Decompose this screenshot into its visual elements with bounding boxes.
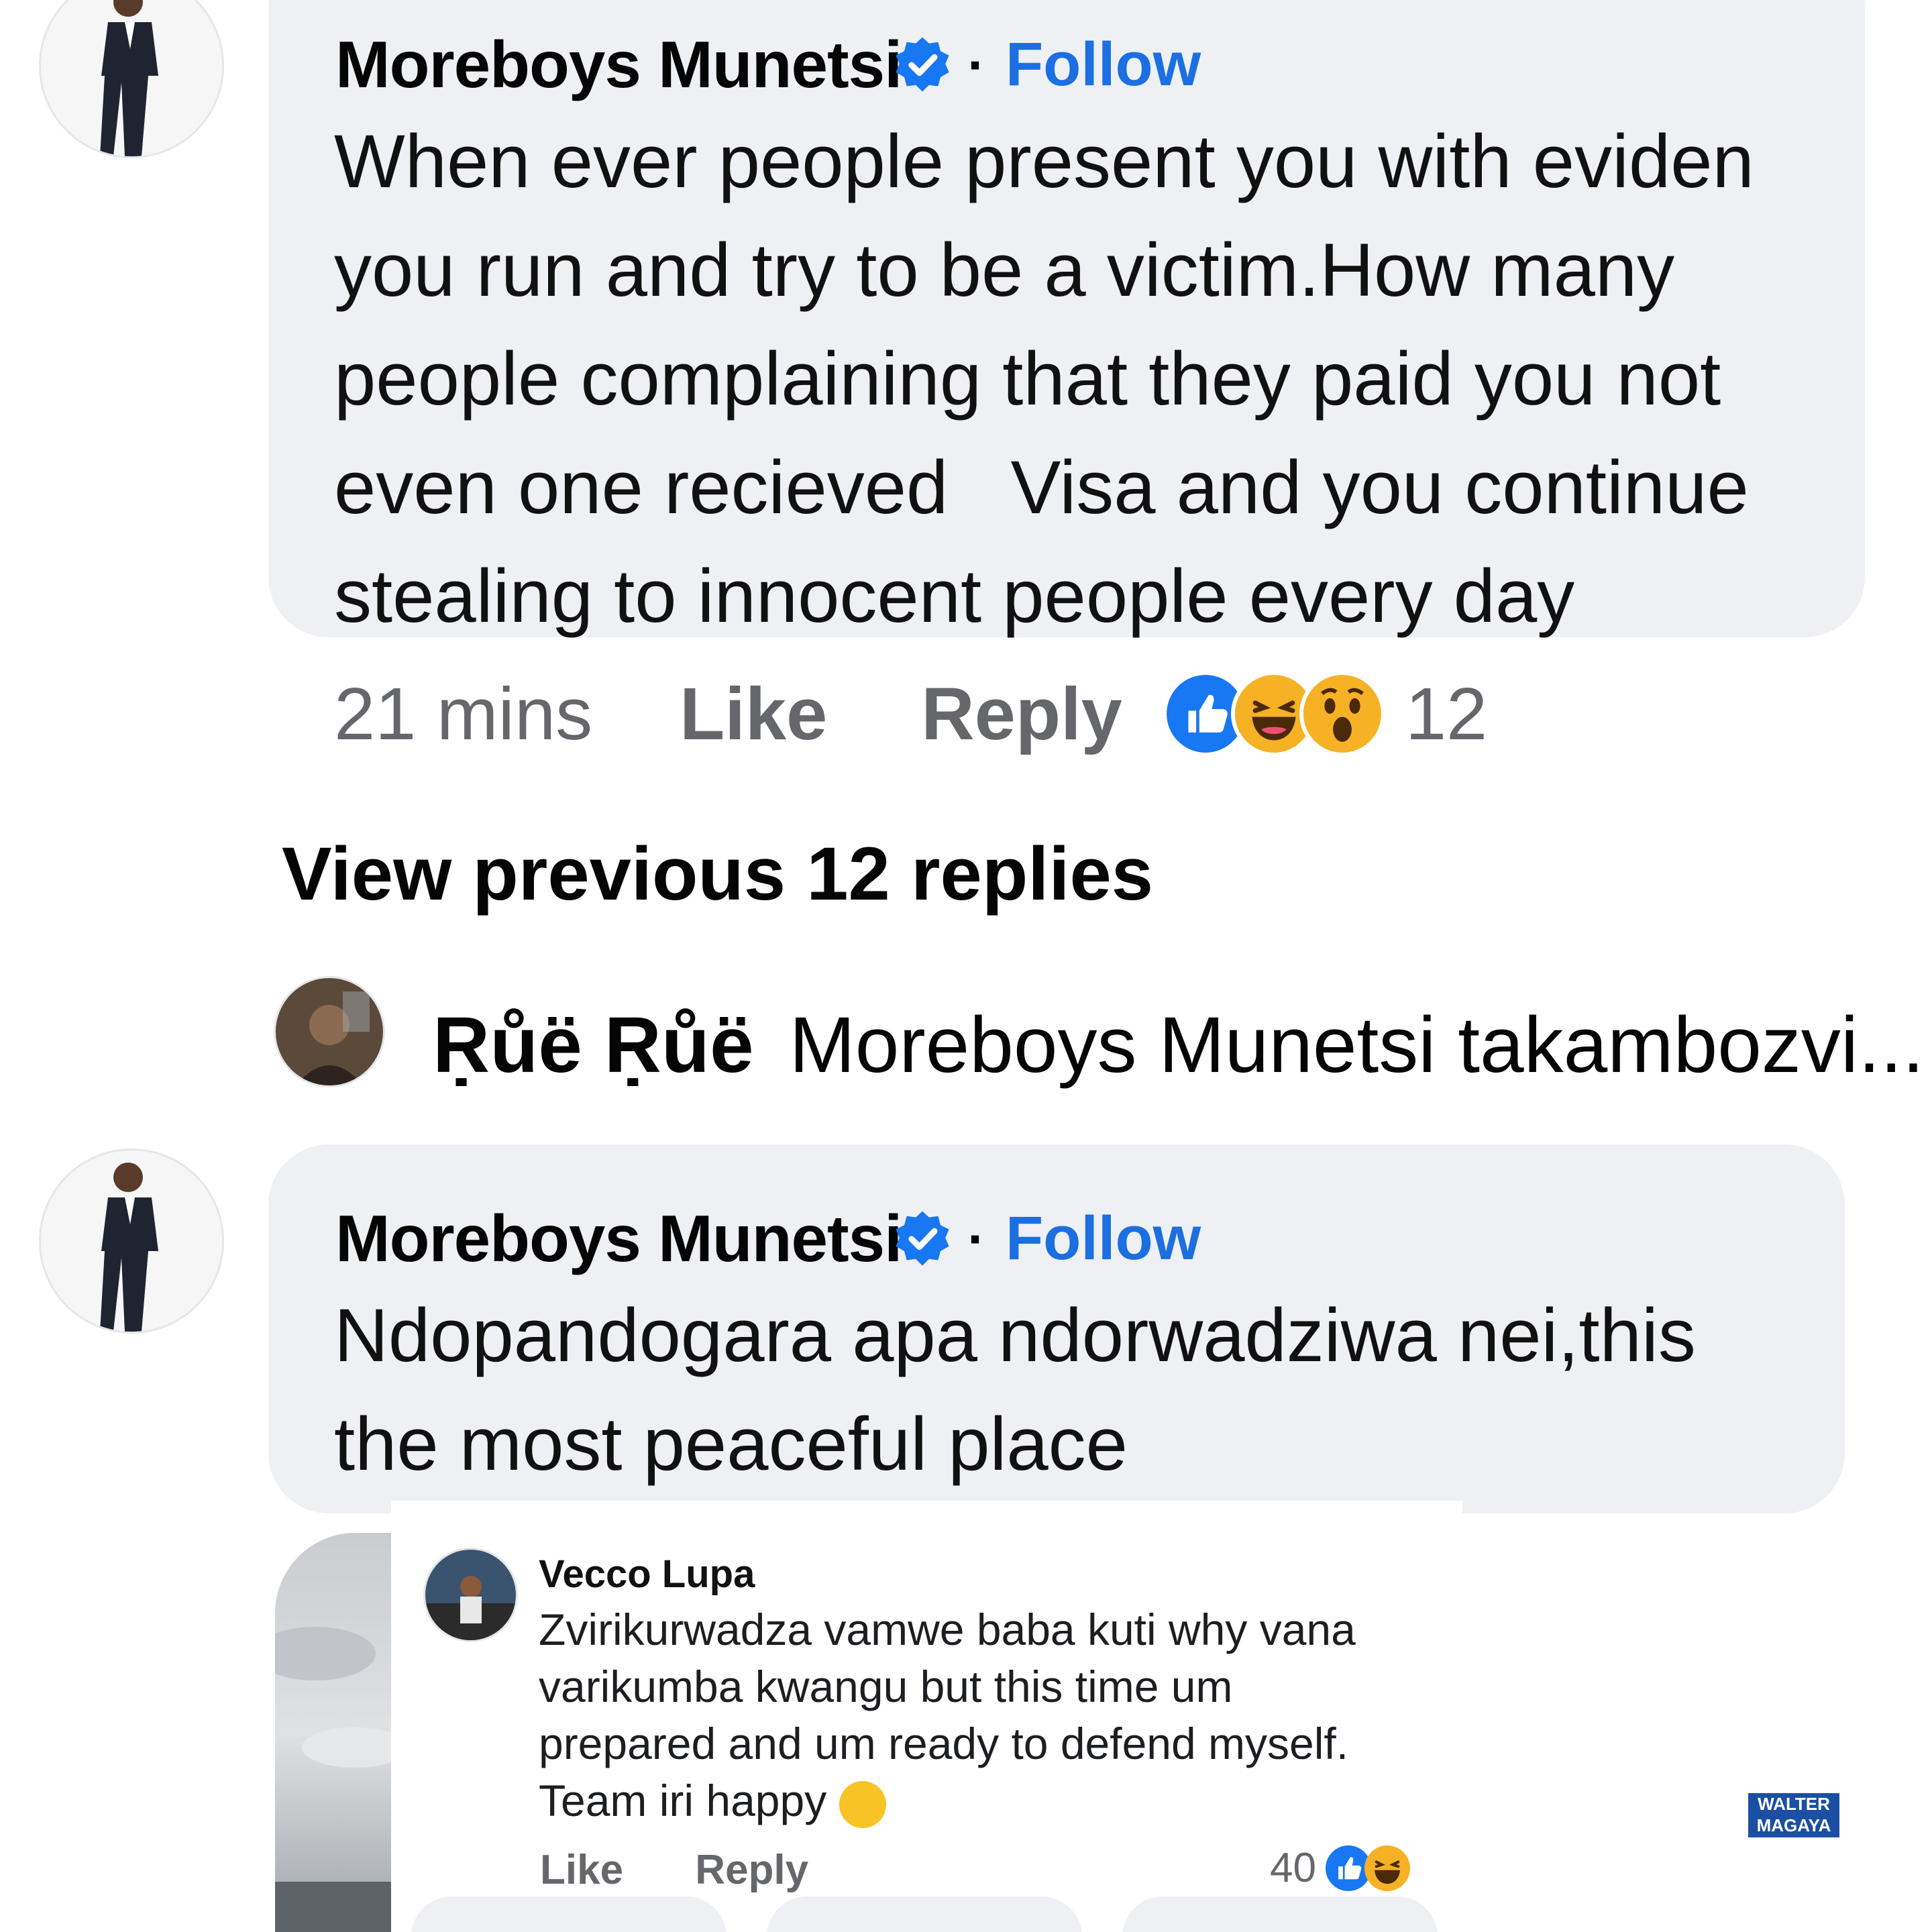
embedded-author-avatar[interactable]: [423, 1548, 518, 1642]
author-name[interactable]: Moreboys Munetsi: [335, 27, 902, 103]
comment-actions: 21 mins Like Reply 12: [334, 671, 1487, 757]
embedded-actions: Like Reply: [540, 1846, 808, 1894]
follow-button[interactable]: Follow: [1006, 1203, 1201, 1274]
comment-text: When ever people present you with eviden…: [334, 119, 1754, 638]
comment-timestamp: 21 mins: [334, 672, 593, 755]
reply-author-name[interactable]: Ṛůë Ṛůë: [433, 1001, 754, 1089]
like-button[interactable]: Like: [680, 672, 827, 757]
action-pill-like[interactable]: [411, 1896, 727, 1932]
embedded-reply-button[interactable]: Reply: [695, 1847, 808, 1893]
commenter-avatar[interactable]: [39, 1148, 224, 1334]
separator-dot: ·: [967, 1208, 985, 1269]
reply-button[interactable]: Reply: [921, 672, 1122, 757]
embedded-reactions[interactable]: 40: [1270, 1844, 1410, 1892]
person-in-suit-icon: [41, 1150, 222, 1332]
profile-photo-icon: [425, 1550, 516, 1640]
embedded-like-button[interactable]: Like: [540, 1847, 623, 1893]
background-photo: [275, 1533, 392, 1932]
commenter-avatar[interactable]: [39, 0, 224, 158]
separator-dot: ·: [967, 34, 985, 95]
reply-author-avatar[interactable]: [274, 976, 385, 1087]
smile-emoji-icon: 😊: [839, 1780, 886, 1828]
reaction-summary[interactable]: [1162, 671, 1385, 757]
action-pill-share[interactable]: [1122, 1896, 1438, 1932]
comment-header: Moreboys Munetsi · Follow: [335, 27, 1201, 103]
comment-text: Ndopandogara apa ndorwadziwa nei,this th…: [334, 1293, 1696, 1486]
embedded-reaction-count: 40: [1270, 1845, 1316, 1891]
comment-header: Moreboys Munetsi · Follow: [335, 1201, 1201, 1277]
sky-photo-icon: [275, 1533, 392, 1932]
person-in-suit-icon: [41, 0, 222, 156]
watermark-logo: WALTER MAGAYA: [1746, 1791, 1841, 1839]
embedded-comment-screenshot: Vecco Lupa Zvirikurwadza vamwe baba kuti…: [391, 1501, 1462, 1932]
follow-button[interactable]: Follow: [1006, 30, 1201, 100]
embedded-comment-text: Zvirikurwadza vamwe baba kuti why vana v…: [539, 1601, 1451, 1829]
reaction-count: 12: [1405, 672, 1488, 755]
watermark-line-1: WALTER: [1758, 1794, 1830, 1814]
reply-preview-text: Moreboys Munetsi takambozvi...: [789, 1001, 1925, 1089]
profile-photo-icon: [276, 978, 383, 1085]
author-name[interactable]: Moreboys Munetsi: [335, 1201, 902, 1277]
embedded-text-body: Zvirikurwadza vamwe baba kuti why vana v…: [539, 1605, 1356, 1825]
reply-preview[interactable]: Ṛůë Ṛůë Moreboys Munetsi takambozvi...: [433, 1000, 1924, 1091]
verified-badge-icon: [896, 37, 949, 92]
watermark-line-2: MAGAYA: [1756, 1815, 1831, 1835]
wow-icon: [1299, 671, 1385, 757]
haha-icon: [1364, 1845, 1410, 1891]
verified-badge-icon: [896, 1211, 949, 1266]
embedded-author-name[interactable]: Vecco Lupa: [539, 1552, 755, 1597]
view-previous-replies-link[interactable]: View previous 12 replies: [282, 830, 1153, 917]
action-pill-comment[interactable]: [767, 1896, 1082, 1932]
